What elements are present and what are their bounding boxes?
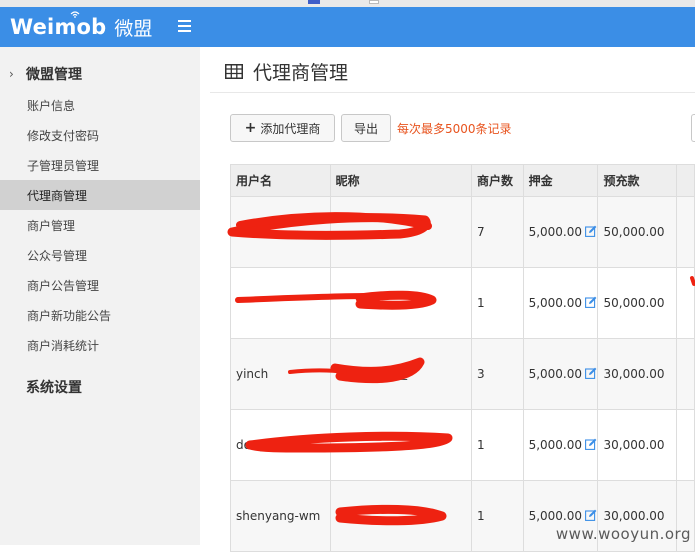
cell-more	[675, 409, 695, 481]
cell-more	[675, 267, 695, 339]
brand-logo[interactable]: Weimob 微盟	[10, 11, 153, 40]
sidebar-item-merchants[interactable]: 商户管理	[0, 210, 200, 240]
cell-merchant-count: 3	[471, 338, 524, 410]
watermark-text: www.wooyun.org	[555, 525, 691, 543]
sidebar-section-system-settings[interactable]: 系统设置	[0, 372, 200, 402]
export-button[interactable]: 导出	[341, 114, 391, 142]
cell-nickname: 理	[329, 338, 473, 410]
sidebar-item-label: 修改支付密码	[27, 128, 100, 143]
nickname-value: 理	[395, 367, 408, 382]
cell-nickname	[329, 196, 473, 268]
cell-merchant-count: 1	[471, 480, 524, 552]
cell-deposit: 5,000.00	[522, 196, 599, 268]
sidebar-item-label: 商户消耗统计	[27, 338, 100, 353]
table-icon	[225, 64, 243, 79]
cell-deposit: 5,000.00	[522, 409, 599, 481]
column-header-deposit[interactable]: 押金	[522, 164, 599, 197]
column-header-more	[675, 164, 695, 197]
chevron-right-icon: ›	[9, 67, 14, 81]
plus-icon: +	[244, 120, 257, 136]
top-header: Weimob 微盟	[0, 7, 695, 47]
deposit-value: 5,000.00	[528, 438, 582, 452]
sidebar-item-account-info[interactable]: 账户信息	[0, 90, 200, 120]
column-header-nickname[interactable]: 昵称	[329, 164, 473, 197]
window-top-strip	[0, 0, 695, 7]
edit-icon[interactable]	[585, 367, 597, 379]
cell-more	[675, 196, 695, 268]
cell-username: shenyang-wm	[230, 480, 331, 552]
sidebar-item-label: 账户信息	[27, 98, 76, 113]
cell-username	[230, 196, 331, 268]
main-content: 代理商管理 + 添加代理商 导出 每次最多5000条记录 用户名 昵称 商户数 …	[200, 47, 695, 552]
cell-merchant-count: 1	[471, 267, 524, 339]
sidebar-section-label: 微盟管理	[26, 67, 82, 83]
cell-deposit: 5,000.00	[522, 267, 599, 339]
menu-toggle-icon[interactable]	[178, 20, 191, 32]
table-header-row: 用户名 昵称 商户数 押金 预充款	[230, 164, 695, 197]
cell-nickname	[329, 480, 473, 552]
deposit-value: 5,000.00	[528, 509, 582, 523]
edit-icon[interactable]	[585, 225, 597, 237]
sidebar-item-sub-admins[interactable]: 子管理员管理	[0, 150, 200, 180]
wifi-icon	[70, 11, 80, 18]
cell-nickname	[329, 409, 473, 481]
cell-prepay: 30,000.00	[597, 338, 677, 410]
cell-username	[230, 267, 331, 339]
sidebar-item-change-pay-password[interactable]: 修改支付密码	[0, 120, 200, 150]
edit-icon[interactable]	[585, 296, 597, 308]
sidebar-item-label: 子管理员管理	[27, 158, 100, 173]
cell-username: donggua	[230, 409, 331, 481]
export-label: 导出	[353, 121, 378, 136]
add-agent-label: 添加代理商	[260, 121, 321, 136]
agents-table: 用户名 昵称 商户数 押金 预充款 7 5,000.00 50,000.00 1	[230, 164, 695, 552]
export-limit-hint: 每次最多5000条记录	[397, 122, 512, 136]
deposit-value: 5,000.00	[528, 367, 582, 381]
add-agent-button[interactable]: + 添加代理商	[230, 114, 335, 142]
tab-indicator-2	[369, 0, 379, 4]
sidebar-item-label: 代理商管理	[27, 188, 88, 203]
cell-prepay: 50,000.00	[597, 267, 677, 339]
sidebar-item-new-feature-notices[interactable]: 商户新功能公告	[0, 300, 200, 330]
tab-indicator	[308, 0, 320, 4]
cell-prepay: 30,000.00	[597, 409, 677, 481]
edit-icon[interactable]	[585, 509, 597, 521]
sidebar-item-label: 公众号管理	[27, 248, 88, 263]
cell-merchant-count: 1	[471, 409, 524, 481]
sidebar-item-merchant-notices[interactable]: 商户公告管理	[0, 270, 200, 300]
column-header-username[interactable]: 用户名	[230, 164, 331, 197]
column-header-merchant-count[interactable]: 商户数	[471, 164, 524, 197]
sidebar-section-label: 系统设置	[26, 380, 82, 396]
brand-name: Weimob	[10, 15, 107, 39]
sidebar-item-consumption-stats[interactable]: 商户消耗统计	[0, 330, 200, 360]
table-row[interactable]: 1 5,000.00 50,000.00	[230, 267, 695, 339]
column-header-prepay[interactable]: 预充款	[597, 164, 677, 197]
page-title-text: 代理商管理	[253, 62, 349, 84]
sidebar-item-official-accounts[interactable]: 公众号管理	[0, 240, 200, 270]
divider	[210, 92, 695, 93]
sidebar-section-weimob[interactable]: › 微盟管理	[0, 59, 200, 89]
sidebar-item-agents[interactable]: 代理商管理	[0, 180, 200, 210]
table-row[interactable]: 7 5,000.00 50,000.00	[230, 196, 695, 268]
edit-icon[interactable]	[585, 438, 597, 450]
sidebar-item-label: 商户公告管理	[27, 278, 100, 293]
page-title: 代理商管理	[225, 58, 348, 85]
cell-more	[675, 338, 695, 410]
brand-name-cn: 微盟	[114, 17, 153, 40]
cell-merchant-count: 7	[471, 196, 524, 268]
sidebar: › 微盟管理 账户信息 修改支付密码 子管理员管理 代理商管理 商户管理 公众号…	[0, 47, 200, 545]
deposit-value: 5,000.00	[528, 296, 582, 310]
table-row[interactable]: yinch 理 3 5,000.00 30,000.00	[230, 338, 695, 410]
table-row[interactable]: donggua 1 5,000.00 30,000.00	[230, 409, 695, 481]
deposit-value: 5,000.00	[528, 225, 582, 239]
cell-deposit: 5,000.00	[522, 338, 599, 410]
cell-prepay: 50,000.00	[597, 196, 677, 268]
cell-username: yinch	[230, 338, 331, 410]
sidebar-item-label: 商户管理	[27, 218, 76, 233]
search-input-edge[interactable]	[691, 114, 695, 142]
sidebar-item-label: 商户新功能公告	[27, 308, 112, 323]
cell-nickname	[329, 267, 473, 339]
